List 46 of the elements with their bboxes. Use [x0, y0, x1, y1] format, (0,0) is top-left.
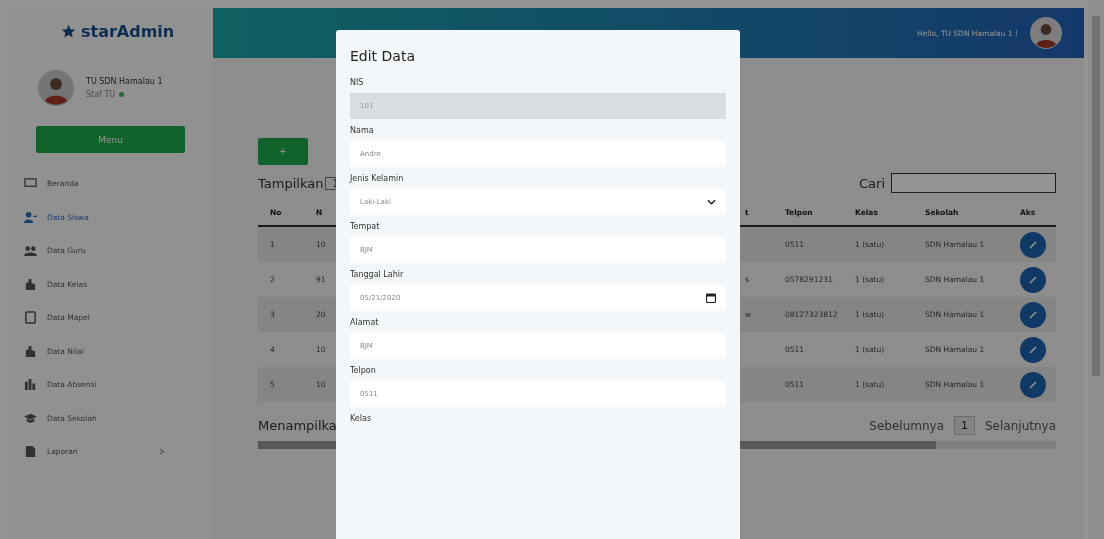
- pencil-icon: [1028, 379, 1038, 390]
- building-icon: [24, 277, 37, 291]
- user-icon: [24, 210, 37, 224]
- field-label: Alamat: [350, 318, 380, 327]
- add-button[interactable]: +: [258, 138, 308, 165]
- field-label: Nama: [350, 126, 375, 135]
- next-link[interactable]: Selanjutnya: [985, 418, 1056, 433]
- edit-button[interactable]: [1020, 336, 1046, 363]
- star-icon: [61, 23, 76, 39]
- field-label: Kelas: [350, 414, 373, 423]
- chart-icon: [24, 378, 37, 392]
- previous-link[interactable]: Sebelumnya: [869, 418, 944, 433]
- menu-button[interactable]: Menu: [36, 126, 185, 153]
- avatar-icon[interactable]: [1030, 17, 1062, 49]
- edit-button[interactable]: [1020, 266, 1046, 293]
- field-label: Tempat: [350, 222, 381, 231]
- table-info: Menampilka: [258, 418, 337, 433]
- edit-button[interactable]: [1020, 301, 1046, 328]
- pencil-icon: [1028, 344, 1038, 355]
- calendar-icon: [706, 293, 716, 303]
- book-icon: [24, 311, 37, 325]
- profile-name: TU SDN Hamalau 1: [86, 77, 163, 86]
- file-icon: [24, 445, 37, 459]
- pencil-icon: [1028, 274, 1038, 285]
- modal-title: Edit Data: [350, 48, 416, 64]
- users-icon: [24, 244, 37, 258]
- edit-button[interactable]: [1020, 371, 1046, 398]
- chevron-down-icon: [707, 199, 716, 205]
- profile-role: Staf TU: [86, 90, 116, 99]
- page-button[interactable]: 1: [954, 416, 975, 435]
- pencil-icon: [1028, 239, 1038, 250]
- avatar-icon: [38, 70, 74, 106]
- search-label: Cari: [859, 175, 885, 191]
- vertical-scrollbar[interactable]: [1088, 0, 1104, 539]
- field-label: Telpon: [350, 366, 377, 375]
- field-label: NIS: [350, 78, 365, 87]
- show-label: Tampilkan: [258, 175, 324, 191]
- caret-icon: [157, 448, 165, 456]
- pencil-icon: [1028, 309, 1038, 320]
- app-logo[interactable]: starAdmin: [81, 21, 175, 41]
- field-label: Jenis Kelamin: [350, 174, 405, 183]
- cap-icon: [24, 411, 37, 425]
- search-field[interactable]: [891, 173, 1056, 193]
- edit-button[interactable]: [1020, 231, 1046, 258]
- field-label: Tanggal Lahir: [350, 270, 405, 279]
- building-icon: [24, 344, 37, 358]
